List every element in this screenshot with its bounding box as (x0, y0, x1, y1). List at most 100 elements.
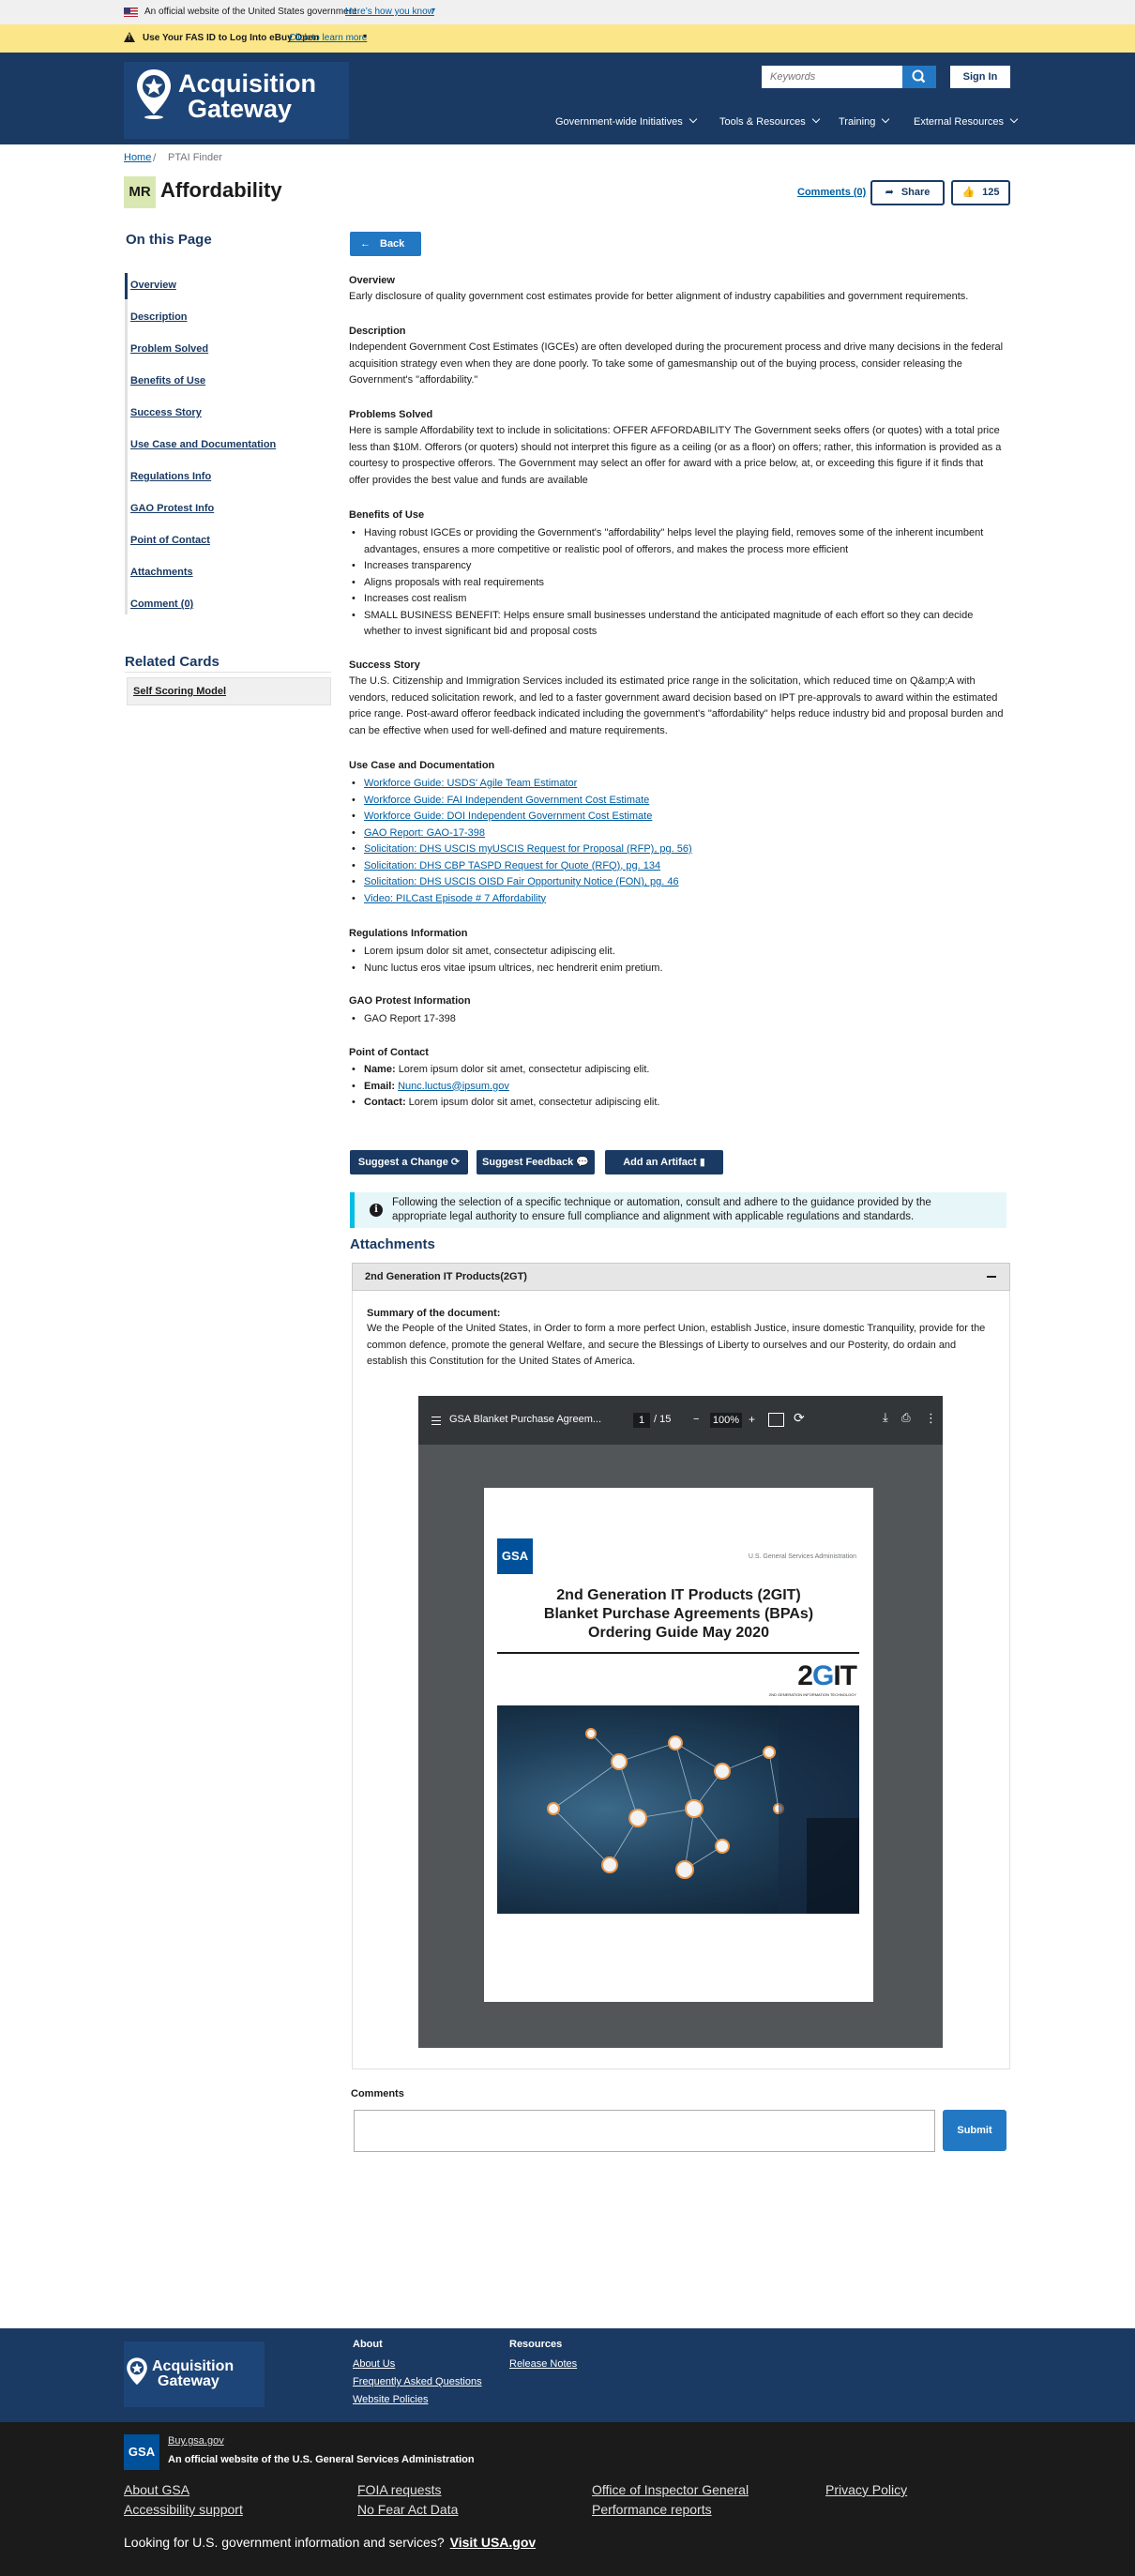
pdf-page: GSA U.S. General Services Administration… (484, 1488, 873, 2002)
pdf-title-line: Blanket Purchase Agreements (BPAs) (543, 1606, 814, 1622)
sidebar-item-point-of-contact[interactable]: Point of Contact (130, 535, 210, 546)
contact-list: Name: Lorem ipsum dolor sit amet, consec… (349, 1062, 1006, 1112)
footer-link-privacy[interactable]: Privacy Policy (825, 2482, 907, 2497)
description-body: Independent Government Cost Estimates (I… (349, 341, 1004, 386)
contact-name: Name: Lorem ipsum dolor sit amet, consec… (349, 1062, 1006, 1079)
doc-link[interactable]: Solicitation: DHS CBP TASPD Request for … (364, 860, 660, 871)
comments-count-link[interactable]: Comments (0) (797, 187, 866, 198)
list-item: Solicitation: DHS USCIS OISD Fair Opport… (349, 874, 1006, 891)
doc-link[interactable]: GAO Report: GAO-17-398 (364, 827, 485, 839)
doc-link[interactable]: Workforce Guide: DOI Independent Governm… (364, 811, 652, 822)
footer-link-about-gsa[interactable]: About GSA (124, 2482, 189, 2497)
list-item: Having robust IGCEs or providing the Gov… (349, 525, 1006, 558)
on-this-page-heading: On this Page (126, 232, 212, 248)
download-icon[interactable]: ⤓ (883, 1410, 888, 1425)
summary-heading: Summary of the document: (367, 1308, 501, 1319)
us-flag-icon (124, 8, 138, 17)
benefits-heading: Benefits of Use (349, 509, 425, 521)
doc-link[interactable]: Workforce Guide: USDS' Agile Team Estima… (364, 778, 577, 789)
sidebar-item-attachments[interactable]: Attachments (130, 567, 193, 578)
doc-link[interactable]: Solicitation: DHS USCIS myUSCIS Request … (364, 843, 692, 855)
description-heading: Description (349, 326, 406, 337)
submit-comment-button[interactable]: Submit (943, 2110, 1006, 2151)
buy-gsa-link[interactable]: Buy.gsa.gov (168, 2435, 224, 2447)
zoom-out-button[interactable]: − (693, 1414, 699, 1425)
doc-link[interactable]: Video: PILCast Episode # 7 Affordability (364, 893, 546, 904)
visit-usa-gov-link[interactable]: Visit USA.gov (450, 2535, 537, 2550)
nav-training[interactable]: Training (839, 116, 888, 128)
learn-more-link[interactable]: Click to learn more (289, 33, 367, 43)
use-case-links: Workforce Guide: USDS' Agile Team Estima… (349, 776, 1006, 907)
search-button[interactable] (902, 66, 936, 88)
contact-contact: Contact: Lorem ipsum dolor sit amet, con… (349, 1095, 1006, 1112)
2git-logo-subtitle: 2ND GENERATION INFORMATION TECHNOLOGY (768, 1692, 856, 1697)
contact-label: Contact: (364, 1097, 406, 1108)
network-people-image (497, 1705, 859, 1914)
like-button[interactable]: 👍 125 (951, 180, 1010, 205)
menu-icon[interactable] (431, 1417, 441, 1425)
back-label: Back (380, 238, 405, 250)
list-item: Workforce Guide: FAI Independent Governm… (349, 793, 1006, 810)
gsa-logo[interactable]: GSA (124, 2434, 159, 2470)
like-count: 125 (982, 187, 1000, 198)
doc-link[interactable]: Solicitation: DHS USCIS OISD Fair Opport… (364, 876, 679, 887)
pdf-viewer[interactable]: GSA Blanket Purchase Agreem... 1 / 15 − … (418, 1396, 943, 2048)
footer-link-about-us[interactable]: About Us (353, 2358, 395, 2370)
divider (497, 1652, 859, 1654)
nav-external-resources[interactable]: External Resources (914, 116, 1017, 128)
footer-link-no-fear-act[interactable]: No Fear Act Data (357, 2502, 458, 2517)
fit-page-icon[interactable] (768, 1413, 784, 1427)
comment-icon: 💬 (576, 1157, 589, 1168)
sidebar-item-gao-protest-info[interactable]: GAO Protest Info (130, 503, 214, 514)
share-label: Share (900, 187, 931, 198)
sidebar-item-benefits-of-use[interactable]: Benefits of Use (130, 375, 205, 386)
name-value: Lorem ipsum dolor sit amet, consectetur … (398, 1064, 650, 1075)
sidebar-item-use-case[interactable]: Use Case and Documentation (130, 439, 276, 450)
sidebar-item-comment[interactable]: Comment (0) (130, 599, 193, 610)
logo-part: G (811, 1660, 834, 1691)
sidebar-item-regulations-info[interactable]: Regulations Info (130, 471, 211, 482)
breadcrumb-home[interactable]: Home (124, 152, 151, 163)
footer-link-foia[interactable]: FOIA requests (357, 2482, 441, 2497)
regulations-heading: Regulations Information (349, 928, 468, 939)
footer-link-performance[interactable]: Performance reports (592, 2502, 712, 2517)
arrow-left-icon: ← (360, 238, 371, 250)
sidebar-item-problem-solved[interactable]: Problem Solved (130, 343, 208, 355)
page-number-input[interactable]: 1 (633, 1413, 650, 1428)
site-alert: Use Your FAS ID to Log Into eBuy Open Cl… (0, 24, 1135, 53)
sign-in-button[interactable]: Sign In (950, 66, 1010, 88)
how-you-know-link[interactable]: Here’s how you know (345, 7, 434, 17)
footer-link-website-policies[interactable]: Website Policies (353, 2394, 429, 2405)
suggest-change-button[interactable]: Suggest a Change ⟳ (350, 1150, 468, 1174)
zoom-input[interactable]: 100% (710, 1413, 742, 1428)
nav-tools-resources[interactable]: Tools & Resources (719, 116, 819, 128)
search-input[interactable]: Keywords (762, 66, 902, 88)
sidebar-item-success-story[interactable]: Success Story (130, 407, 202, 418)
back-button[interactable]: ← Back (350, 232, 421, 256)
problems-heading: Problems Solved (349, 409, 433, 420)
nav-government-wide-initiatives[interactable]: Government-wide Initiatives (555, 116, 696, 128)
attachment-accordion-toggle[interactable]: 2nd Generation IT Products(2GT) (352, 1263, 1010, 1291)
add-artifact-button[interactable]: Add an Artifact ▮ (605, 1150, 723, 1174)
contact-heading: Point of Contact (349, 1047, 429, 1058)
rotate-icon[interactable]: ⟳ (794, 1410, 805, 1426)
benefits-list: Having robust IGCEs or providing the Gov… (349, 525, 1006, 641)
sidebar-item-description[interactable]: Description (130, 311, 188, 323)
related-card-self-scoring-model[interactable]: Self Scoring Model (127, 677, 331, 705)
share-button[interactable]: ➦ Share (870, 180, 945, 205)
print-icon[interactable]: ⎙ (901, 1411, 911, 1425)
problems-body: Here is sample Affordability text to inc… (349, 425, 1002, 486)
list-item: Video: PILCast Episode # 7 Affordability (349, 891, 1006, 908)
doc-link[interactable]: Workforce Guide: FAI Independent Governm… (364, 795, 649, 806)
footer-link-release-notes[interactable]: Release Notes (509, 2358, 577, 2370)
footer-link-oig[interactable]: Office of Inspector General (592, 2482, 749, 2497)
comment-input[interactable] (354, 2110, 935, 2152)
footer-link-faq[interactable]: Frequently Asked Questions (353, 2376, 482, 2387)
zoom-in-button[interactable]: + (749, 1413, 755, 1426)
overview-heading: Overview (349, 275, 395, 286)
more-vertical-icon[interactable]: ⋮ (925, 1411, 937, 1426)
suggest-feedback-button[interactable]: Suggest Feedback 💬 (477, 1150, 595, 1174)
email-link[interactable]: Nunc.luctus@ipsum.gov (398, 1081, 509, 1092)
sidebar-item-overview[interactable]: Overview (130, 280, 176, 291)
footer-link-accessibility[interactable]: Accessibility support (124, 2502, 243, 2517)
